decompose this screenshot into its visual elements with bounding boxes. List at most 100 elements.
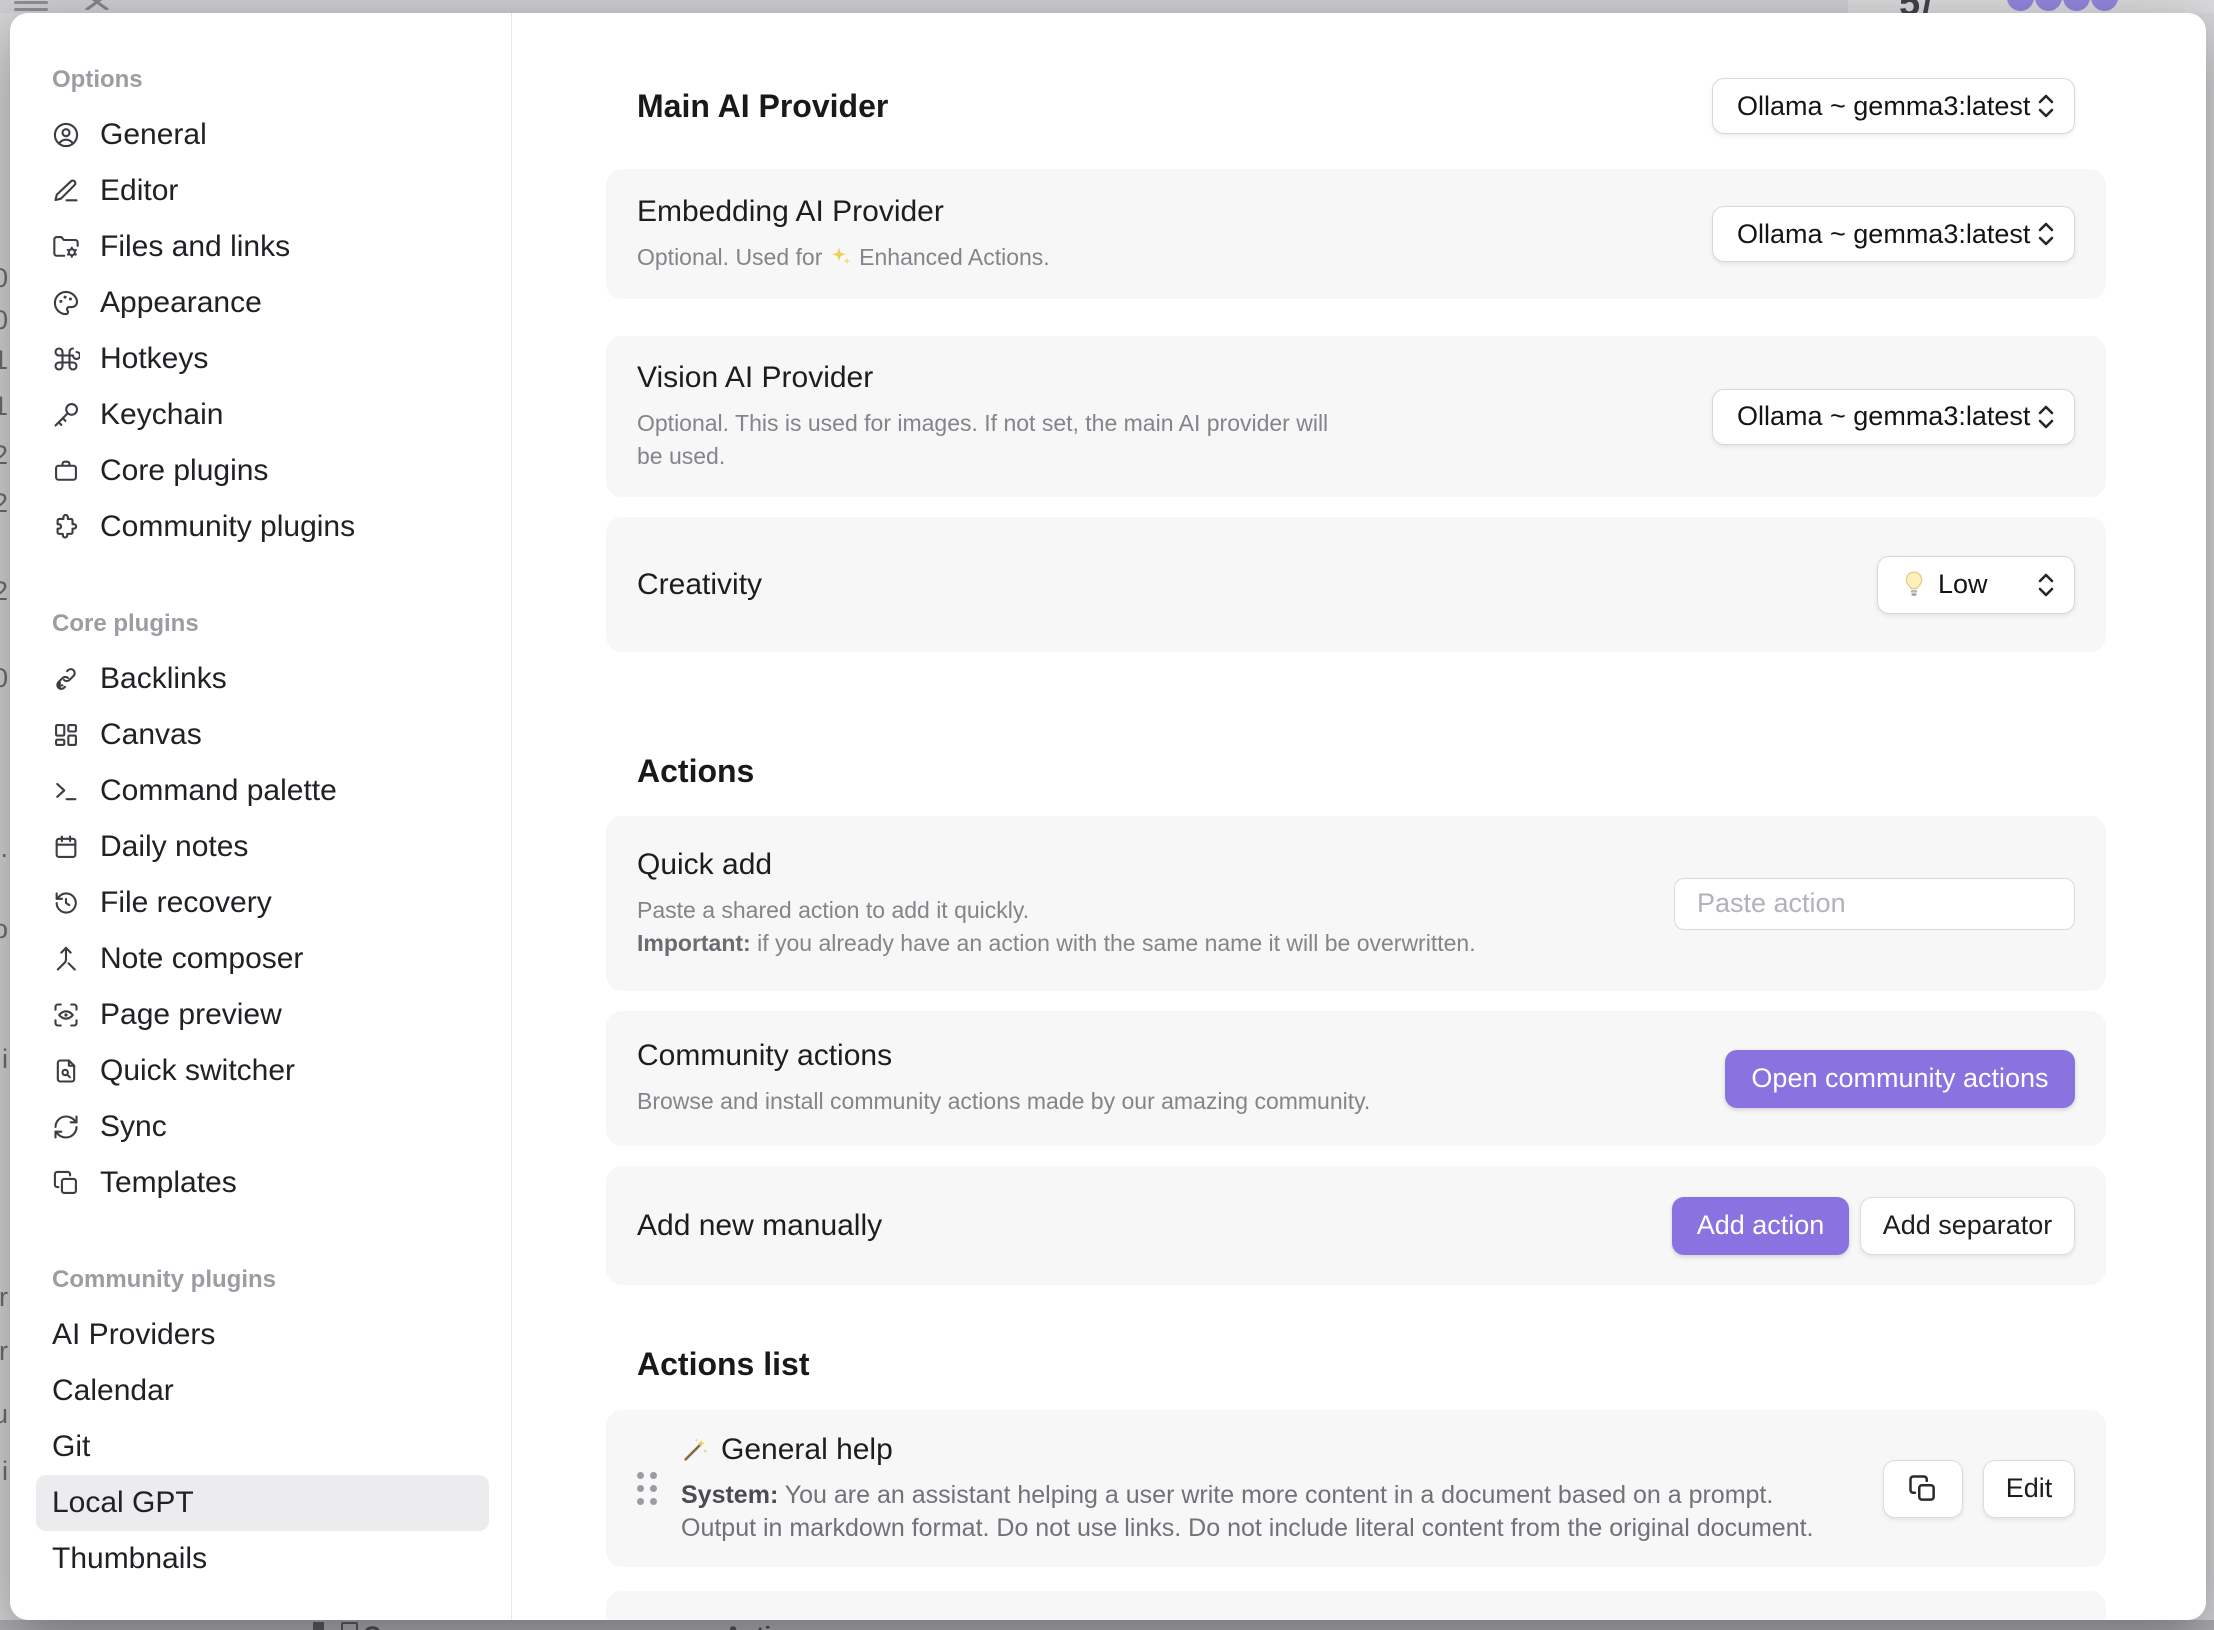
community-actions-text: Community actions Browse and install com… — [637, 1039, 1370, 1118]
sidebar-item-git[interactable]: Git — [36, 1419, 489, 1475]
folder-cog-icon — [52, 233, 80, 261]
community-actions-desc: Browse and install community actions mad… — [637, 1085, 1370, 1118]
vision-provider-value: Ollama ~ gemma3:latest — [1737, 401, 2030, 432]
sidebar-item-thumbnails[interactable]: Thumbnails — [36, 1531, 489, 1587]
sidebar-item-label: Daily notes — [100, 830, 248, 864]
main-provider-select[interactable]: Ollama ~ gemma3:latest — [1712, 78, 2075, 134]
sidebar-item-calendar[interactable]: Calendar — [36, 1363, 489, 1419]
vision-provider-title: Vision AI Provider — [637, 361, 1328, 395]
background-edge-fragment: u — [0, 1399, 8, 1429]
background-x-icon — [84, 0, 110, 10]
sidebar-item-label: Appearance — [100, 286, 262, 320]
sidebar-item-label: Editor — [100, 174, 178, 208]
add-new-manually-title: Add new manually — [637, 1209, 882, 1243]
add-separator-button[interactable]: Add separator — [1860, 1197, 2075, 1255]
chevron-up-down-icon — [2036, 402, 2056, 432]
sidebar-item-sync[interactable]: Sync — [36, 1099, 489, 1155]
actions-heading: Actions — [637, 752, 754, 790]
chevron-up-down-icon — [2036, 570, 2056, 600]
pencil-icon — [52, 177, 80, 205]
sidebar-item-file-recovery[interactable]: File recovery — [36, 875, 489, 931]
background-edge-fragment: 1 — [0, 391, 8, 421]
box-icon — [52, 457, 80, 485]
sidebar-item-label: Community plugins — [100, 510, 355, 544]
layout-dashboard-icon — [52, 721, 80, 749]
sidebar-item-local-gpt[interactable]: Local GPT — [36, 1475, 489, 1531]
merge-icon — [52, 945, 80, 973]
sidebar-item-label: Note composer — [100, 942, 303, 976]
duplicate-action-button[interactable] — [1883, 1460, 1963, 1518]
creativity-card: Creativity Low — [606, 517, 2106, 652]
quick-add-card: Quick add Paste a shared action to add i… — [606, 816, 2106, 991]
background-tab-actions: Actions — [724, 1621, 816, 1630]
history-icon — [52, 889, 80, 917]
creativity-select[interactable]: Low — [1877, 556, 2075, 614]
menu-icon — [14, 1, 48, 13]
drag-handle[interactable] — [637, 1472, 657, 1505]
sidebar-item-ai-providers[interactable]: AI Providers — [36, 1307, 489, 1363]
sidebar-item-label: Hotkeys — [100, 342, 208, 376]
sidebar-item-templates[interactable]: Templates — [36, 1155, 489, 1211]
sparkles-icon — [829, 245, 853, 269]
sidebar-item-label: General — [100, 118, 207, 152]
embedding-provider-desc: Optional. Used for Enhanced Actions. — [637, 241, 1050, 274]
background-statusbar: Canvas Actions — [0, 1620, 2214, 1630]
system-label: System: — [681, 1481, 778, 1509]
system-line1: You are an assistant helping a user writ… — [785, 1481, 1774, 1509]
embedding-provider-select[interactable]: Ollama ~ gemma3:latest — [1712, 206, 2075, 262]
user-circle-icon — [52, 121, 80, 149]
sidebar-item-label: Page preview — [100, 998, 282, 1032]
vision-provider-card: Vision AI Provider Optional. This is use… — [606, 336, 2106, 497]
add-new-manually-card: Add new manually Add action Add separato… — [606, 1166, 2106, 1285]
open-community-actions-button[interactable]: Open community actions — [1725, 1050, 2075, 1108]
edit-action-button[interactable]: Edit — [1983, 1460, 2075, 1518]
sidebar-item-core-plugins[interactable]: Core plugins — [36, 443, 489, 499]
vision-provider-text: Vision AI Provider Optional. This is use… — [637, 361, 1328, 473]
sidebar-item-backlinks[interactable]: Backlinks — [36, 651, 489, 707]
add-action-button[interactable]: Add action — [1672, 1197, 1849, 1255]
sidebar-item-label: Files and links — [100, 230, 290, 264]
sidebar-item-label: File recovery — [100, 886, 272, 920]
file-search-icon — [52, 1057, 80, 1085]
sidebar-item-canvas[interactable]: Canvas — [36, 707, 489, 763]
action-item-title-row: General help — [681, 1433, 1814, 1467]
key-icon — [52, 401, 80, 429]
sidebar-section-community-plugins: Community plugins — [52, 1263, 511, 1297]
sidebar-item-label: Local GPT — [52, 1486, 194, 1520]
sidebar-item-community-plugins[interactable]: Community plugins — [36, 499, 489, 555]
background-edge-fragment: 0 — [0, 305, 8, 335]
sidebar-item-daily-notes[interactable]: Daily notes — [36, 819, 489, 875]
background-edge-fragment: er — [0, 1336, 8, 1366]
sidebar-section-core-plugins: Core plugins — [52, 607, 511, 641]
scan-eye-icon — [52, 1001, 80, 1029]
settings-modal: Options General Editor Files and links A… — [10, 13, 2206, 1620]
calendar-icon — [52, 833, 80, 861]
sidebar-item-general[interactable]: General — [36, 107, 489, 163]
sidebar-item-files-and-links[interactable]: Files and links — [36, 219, 489, 275]
sidebar-item-quick-switcher[interactable]: Quick switcher — [36, 1043, 489, 1099]
backlink-icon — [52, 665, 80, 693]
sidebar-item-label: Core plugins — [100, 454, 268, 488]
sidebar-item-page-preview[interactable]: Page preview — [36, 987, 489, 1043]
sidebar-item-hotkeys[interactable]: Hotkeys — [36, 331, 489, 387]
sidebar-item-label: Canvas — [100, 718, 202, 752]
sidebar-item-label: Command palette — [100, 774, 337, 808]
system-line2: Output in markdown format. Do not use li… — [681, 1514, 1814, 1542]
sidebar-item-label: Keychain — [100, 398, 223, 432]
community-actions-card: Community actions Browse and install com… — [606, 1011, 2106, 1146]
paste-action-input[interactable] — [1674, 878, 2075, 930]
sidebar-item-label: Thumbnails — [52, 1542, 207, 1576]
sidebar-item-note-composer[interactable]: Note composer — [36, 931, 489, 987]
magic-wand-icon — [681, 1436, 709, 1464]
sidebar-item-appearance[interactable]: Appearance — [36, 275, 489, 331]
vision-provider-select[interactable]: Ollama ~ gemma3:latest — [1712, 389, 2075, 445]
settings-sidebar: Options General Editor Files and links A… — [10, 13, 512, 1620]
quick-add-important-label: Important: — [637, 930, 751, 956]
sidebar-item-editor[interactable]: Editor — [36, 163, 489, 219]
quick-add-text: Quick add Paste a shared action to add i… — [637, 848, 1476, 960]
sidebar-item-label: Sync — [100, 1110, 167, 1144]
sidebar-item-keychain[interactable]: Keychain — [36, 387, 489, 443]
sidebar-item-command-palette[interactable]: Command palette — [36, 763, 489, 819]
quick-add-desc-line1: Paste a shared action to add it quickly. — [637, 897, 1029, 923]
action-item-general-help: General help System: You are an assistan… — [606, 1410, 2106, 1567]
